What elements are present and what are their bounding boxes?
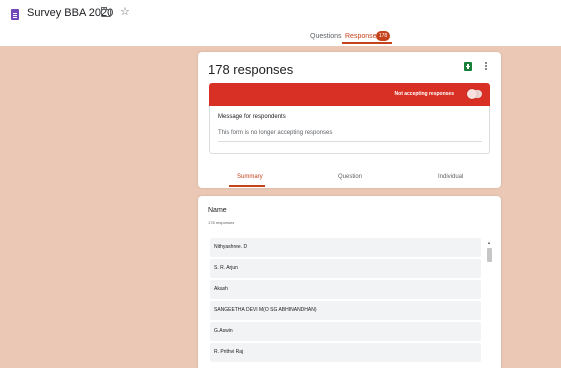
scroll-up-arrow-icon[interactable]: ▲ <box>487 240 491 245</box>
tab-question[interactable]: Question <box>338 174 362 180</box>
sheets-icon[interactable] <box>464 62 472 71</box>
response-text: Nithyashree. D <box>214 244 248 250</box>
top-bar: Survey BBA 2020 ☆ Questions Responses 17… <box>0 0 561 46</box>
list-item: Nithyashree. D <box>210 238 481 257</box>
more-vert-icon[interactable] <box>485 62 487 64</box>
tab-questions[interactable]: Questions <box>310 33 342 40</box>
toggle-knob <box>467 89 477 99</box>
message-input[interactable]: This form is no longer accepting respons… <box>218 130 332 136</box>
folder-icon[interactable] <box>101 7 111 17</box>
accepting-status-text: Not accepting responses <box>394 91 454 97</box>
response-text: Akash <box>214 286 228 292</box>
name-responses-card: Name 178 responses Nithyashree. D S. R. … <box>198 196 501 368</box>
question-title: Name <box>208 207 227 214</box>
form-icon <box>11 9 19 20</box>
list-item: Akash <box>210 280 481 299</box>
message-label: Message for respondents <box>218 114 286 120</box>
accepting-responses-banner: Not accepting responses <box>209 83 490 106</box>
responses-title: 178 responses <box>208 62 294 77</box>
list-item: R. Prithvi Raj <box>210 343 481 362</box>
responses-count-badge: 178 <box>376 31 390 41</box>
response-text: S. R. Arjun <box>214 265 238 271</box>
scrollbar-thumb[interactable] <box>487 248 492 262</box>
tab-summary[interactable]: Summary <box>237 174 263 180</box>
active-subtab-indicator <box>229 185 265 187</box>
list-item: S. R. Arjun <box>210 259 481 278</box>
star-icon[interactable]: ☆ <box>120 5 130 19</box>
active-tab-indicator <box>342 42 392 44</box>
message-for-respondents-box: Message for respondents This form is no … <box>209 106 490 154</box>
tab-responses[interactable]: Responses <box>345 33 380 40</box>
question-response-count: 178 responses <box>208 220 235 225</box>
tab-individual[interactable]: Individual <box>438 174 463 180</box>
response-text: R. Prithvi Raj <box>214 349 244 355</box>
message-input-underline <box>218 141 482 142</box>
response-text: G.Aswin <box>214 328 233 334</box>
response-text: SANGEETHA DEVI M(O SG ABHINANDHAN) <box>214 307 317 313</box>
responses-header-card: 178 responses Not accepting responses Me… <box>198 52 501 188</box>
accepting-responses-toggle[interactable] <box>467 89 482 99</box>
list-item: SANGEETHA DEVI M(O SG ABHINANDHAN) <box>210 301 481 320</box>
list-item: G.Aswin <box>210 322 481 341</box>
